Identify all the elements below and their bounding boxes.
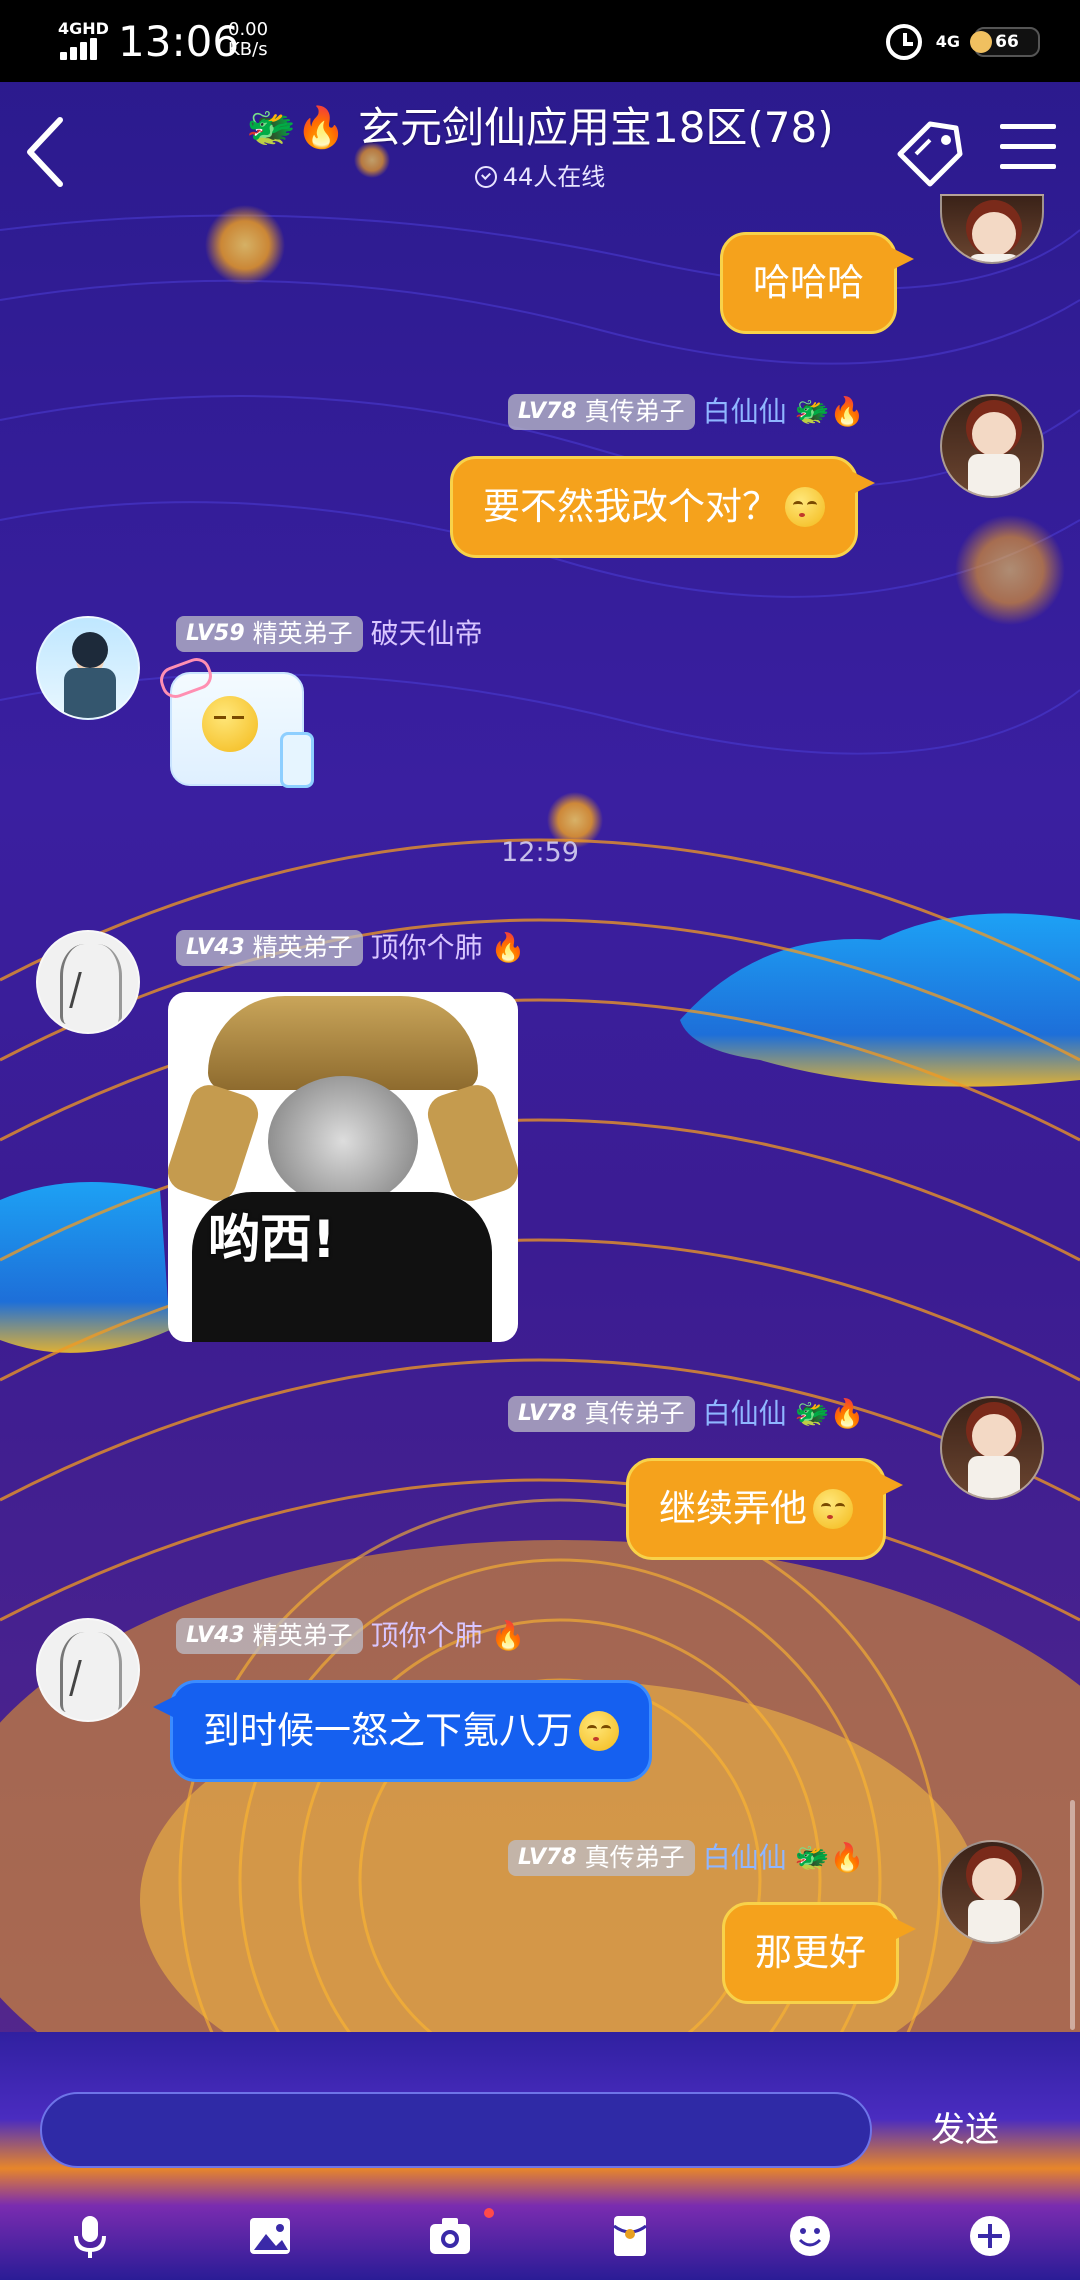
rank-badge: LV59 精英弟子 [176,616,363,652]
group-title-icons: 🐲🔥 [246,105,346,151]
rank-badge: LV43 精英弟子 [176,930,363,966]
menu-icon[interactable] [996,118,1060,178]
clock: 13:06 [118,17,240,66]
emoji-icon[interactable] [784,2210,836,2262]
sender-info: LV43 精英弟子 顶你个肺 🔥 [176,1616,526,1656]
sender-name[interactable]: 顶你个肺 [371,930,483,966]
avatar[interactable] [940,1840,1044,1944]
message-bubble[interactable]: 要不然我改个对？ [450,456,875,558]
message-input[interactable] [40,2092,872,2168]
sender-icons: 🔥 [490,1619,526,1652]
bottle-icon [280,732,314,788]
sender-info: LV59 精英弟子 破天仙帝 [176,614,483,654]
mobile-data-indicator: 4G [935,32,960,51]
message-list[interactable]: 哈哈哈 LV78 真传弟子 白仙仙 🐲🔥 要不然我改个对？ LV59 精英弟子 破天… [0,194,1080,2032]
camera-icon[interactable] [424,2210,476,2262]
chat-scrollbar[interactable] [1070,1800,1075,2030]
input-toolbar [0,2200,1080,2270]
avatar[interactable] [36,1618,140,1722]
sender-name[interactable]: 白仙仙 [703,1396,787,1432]
chat-header: 🐲🔥 玄元剑仙应用宝18区(78) 44人在线 [0,82,1080,212]
battery-indicator: 66 [970,27,1040,57]
avatar[interactable] [36,616,140,720]
alarm-icon [885,24,922,60]
meme-caption: 哟西! [208,1210,336,1270]
rank-badge: LV78 真传弟子 [508,1396,695,1432]
message-bubble[interactable]: 那更好 [722,1902,916,2004]
smirk-face-icon [202,696,258,752]
tag-icon [897,121,963,187]
meme-image-message[interactable]: 哟西! [168,992,518,1342]
avatar[interactable] [940,1396,1044,1500]
message-bubble[interactable]: 到时候一怒之下氪八万 [153,1680,652,1782]
smirk-emoji-icon [785,487,825,527]
red-packet-icon[interactable] [604,2210,656,2262]
message-bubble[interactable]: 继续弄他 [626,1458,903,1560]
group-tag-button[interactable] [890,114,970,194]
goggles-icon [156,654,216,702]
avatar[interactable] [940,394,1044,498]
sender-icons: 🐲🔥 [794,1397,865,1430]
sender-info: LV78 真传弟子 白仙仙 🐲🔥 [508,392,864,432]
rank-badge: LV43 精英弟子 [176,1618,363,1654]
sender-name[interactable]: 白仙仙 [703,394,787,430]
status-bar: 4GHD 13:06 0.00 KB/s 4G 66 [0,0,1080,82]
microphone-icon[interactable] [64,2210,116,2262]
message-bubble[interactable]: 哈哈哈 [720,232,914,334]
rank-badge: LV78 真传弟子 [508,1840,695,1876]
signal-strength-icon [60,38,104,60]
sender-name[interactable]: 破天仙帝 [371,616,483,652]
sender-name[interactable]: 白仙仙 [703,1840,787,1876]
sender-icons: 🐲🔥 [794,1841,865,1874]
sender-icons: 🔥 [490,931,526,964]
send-button[interactable]: 发送 [900,2092,1030,2168]
smirk-emoji-icon [579,1711,619,1751]
sender-name[interactable]: 顶你个肺 [371,1618,483,1654]
sticker-message[interactable] [156,654,314,788]
sender-icons: 🐲🔥 [794,395,865,428]
plus-icon[interactable] [964,2210,1016,2262]
smirk-emoji-icon [813,1489,853,1529]
online-check-icon [474,166,497,188]
notification-dot [484,2208,494,2218]
network-speed: 0.00 KB/s [228,19,269,60]
sender-info: LV43 精英弟子 顶你个肺 🔥 [176,928,526,968]
time-separator: 12:59 [501,837,579,868]
image-icon[interactable] [244,2210,296,2262]
input-area: 发送 [0,2032,1080,2280]
sender-info: LV78 真传弟子 白仙仙 🐲🔥 [508,1394,864,1434]
group-name: 玄元剑仙应用宝18区(78) [357,103,834,152]
rank-badge: LV78 真传弟子 [508,394,695,430]
network-type: 4GHD [58,19,109,38]
sender-info: LV78 真传弟子 白仙仙 🐲🔥 [508,1838,864,1878]
avatar[interactable] [36,930,140,1034]
